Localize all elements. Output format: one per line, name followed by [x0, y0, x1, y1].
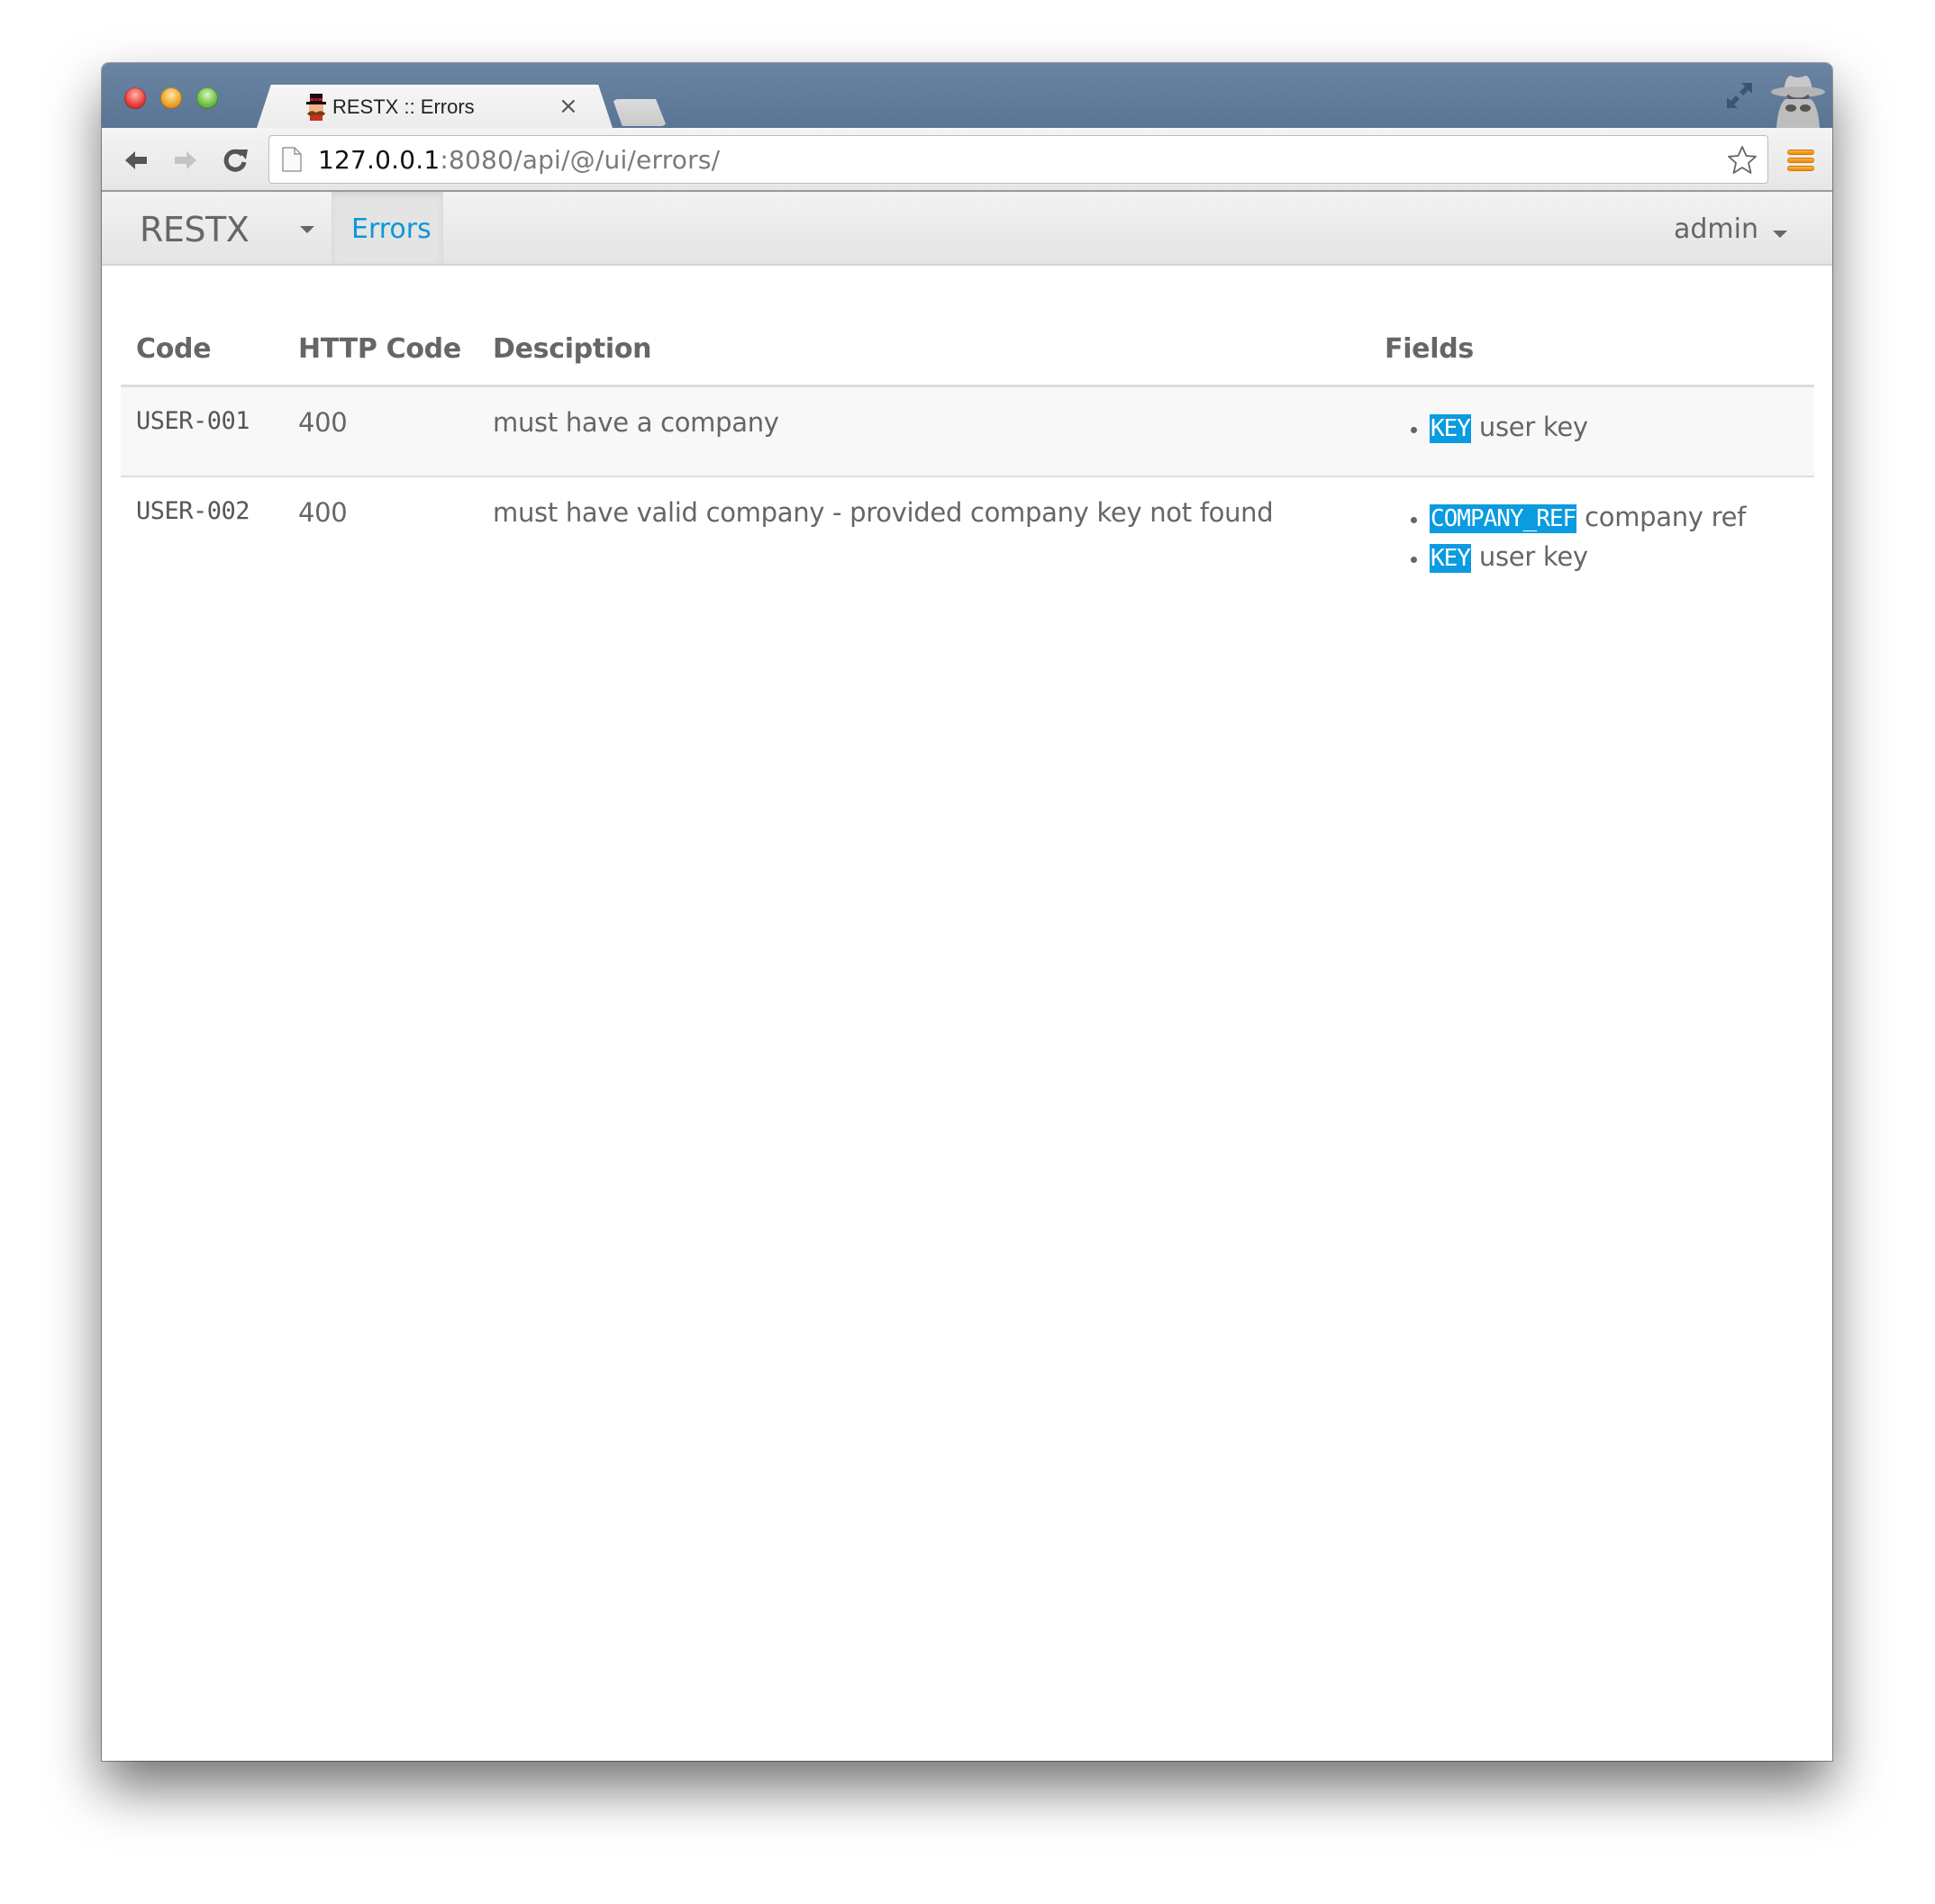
column-header-code: Code — [121, 311, 283, 387]
field-description: company ref — [1585, 502, 1747, 532]
reload-icon[interactable] — [219, 144, 251, 177]
tab-close-icon[interactable]: × — [559, 93, 578, 120]
bookmark-star-icon[interactable] — [1726, 144, 1758, 177]
browser-window: RESTX :: Errors × 127.0.0.1:8080/api/@/u… — [102, 63, 1832, 1761]
back-arrow-icon[interactable] — [120, 144, 152, 177]
field-item: KEY user key — [1430, 537, 1799, 576]
field-item: KEY user key — [1430, 407, 1799, 447]
column-header-http-code: HTTP Code — [283, 311, 477, 387]
nav-tab-errors-label: Errors — [351, 213, 432, 245]
error-description: must have valid company - provided compa… — [493, 497, 1274, 528]
field-description: user key — [1478, 412, 1588, 442]
address-bar[interactable]: 127.0.0.1:8080/api/@/ui/errors/ — [268, 135, 1768, 184]
browser-toolbar: 127.0.0.1:8080/api/@/ui/errors/ — [102, 128, 1832, 192]
field-item: COMPANY_REF company ref — [1430, 497, 1799, 537]
forward-arrow-icon[interactable] — [169, 144, 202, 177]
fields-list: KEY user key — [1385, 407, 1799, 447]
table-header-row: Code HTTP Code Desciption Fields — [121, 311, 1814, 387]
browser-tab-active[interactable]: RESTX :: Errors × — [257, 85, 613, 128]
restx-favicon-icon — [306, 94, 326, 121]
error-code: USER-002 — [136, 497, 250, 525]
http-code: 400 — [283, 385, 477, 477]
url-path: :8080/api/@/ui/errors/ — [440, 145, 721, 175]
column-header-description: Desciption — [477, 311, 1369, 387]
field-description: user key — [1478, 541, 1588, 572]
error-description: must have a company — [477, 385, 1369, 477]
field-name-badge: COMPANY_REF — [1430, 504, 1576, 533]
tab-strip: RESTX :: Errors × — [102, 63, 1832, 128]
http-code: 400 — [298, 497, 348, 528]
column-header-fields: Fields — [1369, 311, 1814, 387]
fullscreen-icon[interactable] — [1723, 79, 1756, 112]
page-icon — [282, 147, 302, 172]
error-fields: COMPANY_REF company ref KEY user key — [1369, 476, 1814, 587]
url-host: 127.0.0.1 — [318, 145, 441, 175]
incognito-icon — [1771, 76, 1825, 128]
errors-table: Code HTTP Code Desciption Fields USER-00… — [121, 311, 1814, 587]
app-navbar: RESTX Errors admin — [102, 192, 1832, 266]
errors-content: Code HTTP Code Desciption Fields USER-00… — [121, 266, 1814, 587]
minimize-window-button[interactable] — [160, 87, 182, 109]
new-tab-button[interactable] — [613, 99, 667, 126]
user-menu[interactable]: admin — [1674, 213, 1787, 245]
fields-list: COMPANY_REF company ref KEY user key — [1385, 497, 1799, 576]
browser-menu-icon[interactable] — [1787, 150, 1814, 171]
nav-tab-errors[interactable]: Errors — [332, 192, 443, 264]
user-name: admin — [1674, 213, 1758, 245]
tab-title: RESTX :: Errors — [332, 95, 475, 118]
zoom-window-button[interactable] — [196, 87, 218, 109]
field-name-badge: KEY — [1430, 544, 1471, 573]
user-dropdown-caret-icon — [1773, 230, 1787, 238]
brand-dropdown-caret-icon[interactable] — [300, 226, 314, 233]
table-row: USER-001 400 must have a company KEY use… — [121, 385, 1814, 477]
brand-link[interactable]: RESTX — [140, 210, 250, 249]
table-row: USER-002 400 must have valid company - p… — [121, 476, 1814, 587]
url-text[interactable]: 127.0.0.1:8080/api/@/ui/errors/ — [318, 145, 720, 175]
field-name-badge: KEY — [1430, 414, 1471, 443]
error-code: USER-001 — [121, 385, 283, 477]
close-window-button[interactable] — [124, 87, 146, 109]
error-fields: KEY user key — [1369, 385, 1814, 477]
